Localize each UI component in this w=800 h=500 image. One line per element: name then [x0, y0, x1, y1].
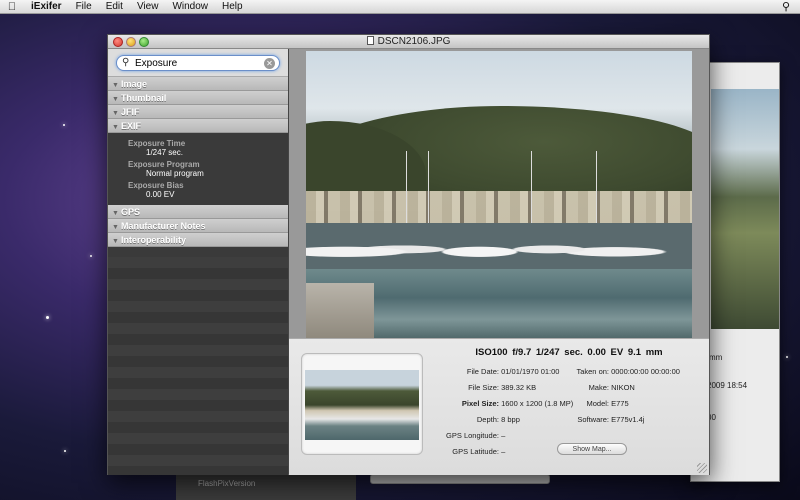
info-label: Pixel Size:	[461, 399, 499, 408]
info-value: 389.32 KB	[501, 383, 537, 392]
minimize-button[interactable]	[126, 37, 136, 47]
photo-mast	[596, 151, 597, 231]
info-panel: ISO100 f/9.7 1/247 sec. 0.00 EV 9.1 mm F…	[289, 338, 709, 475]
close-button[interactable]	[113, 37, 123, 47]
background-photo	[711, 89, 779, 329]
apple-menu-icon[interactable]: 	[0, 1, 24, 13]
search-input[interactable]	[135, 57, 255, 69]
exif-value: 0.00 EV	[146, 190, 175, 199]
info-label: Make:	[588, 383, 609, 392]
info-label: File Date:	[466, 367, 499, 376]
section-image[interactable]: ▼ Image	[108, 77, 288, 91]
menu-file[interactable]: File	[69, 1, 99, 12]
photo-mast	[428, 151, 429, 231]
exif-value: Normal program	[146, 169, 204, 178]
window-title: DSCN2106.JPG	[377, 36, 451, 47]
info-row: Model: E775	[539, 399, 629, 408]
info-row: File Date: 01/01/1970 01:00	[409, 367, 560, 376]
info-value: 0000:00:00 00:00:00	[611, 367, 680, 376]
document-icon	[366, 36, 374, 45]
section-jfif[interactable]: ▼ JFIF	[108, 105, 288, 119]
star	[786, 356, 788, 358]
photo-pier	[306, 283, 374, 338]
disclosure-triangle-icon: ▼	[112, 124, 119, 131]
main-window: DSCN2106.JPG ⚲ ✕ ▼Image ▼Thumbnail ▼JFIF…	[107, 34, 710, 475]
menu-bar:  iExifer File Edit View Window Help ⚲	[0, 0, 800, 14]
star	[64, 450, 66, 452]
disclosure-triangle-icon: ▼	[112, 210, 119, 217]
exposure-summary: ISO100 f/9.7 1/247 sec. 0.00 EV 9.1 mm	[475, 347, 663, 358]
section-interoperability[interactable]: ▼ Interoperability	[108, 233, 288, 247]
harbor-photo	[306, 51, 692, 338]
menu-view[interactable]: View	[130, 1, 166, 12]
section-thumbnail[interactable]: ▼ Thumbnail	[108, 91, 288, 105]
info-row: Depth: 8 bpp	[409, 415, 520, 424]
search-field[interactable]: ⚲ ✕	[116, 55, 280, 71]
resize-grip-icon[interactable]	[697, 463, 707, 473]
info-label: File Size:	[468, 383, 499, 392]
section-exif[interactable]: ▼ EXIF	[108, 119, 288, 133]
info-row: GPS Latitude: –	[409, 447, 505, 456]
image-viewer[interactable]	[289, 49, 709, 338]
exif-key: Exposure Time	[128, 139, 186, 148]
info-row: Software: E775v1.4j	[539, 415, 644, 424]
zoom-button[interactable]	[139, 37, 149, 47]
spotlight-icon[interactable]: ⚲	[782, 0, 790, 13]
info-row: Taken on: 0000:00:00 00:00:00	[539, 367, 680, 376]
info-row: Make: NIKON	[539, 383, 635, 392]
info-label: GPS Latitude:	[452, 447, 499, 456]
exif-key: Exposure Program	[128, 160, 200, 169]
info-value: NIKON	[611, 383, 635, 392]
disclosure-triangle-icon: ▼	[112, 82, 119, 89]
star	[90, 255, 92, 257]
stub-label: FlashPixVersion	[198, 479, 256, 488]
star	[63, 124, 65, 126]
info-value: 8 bpp	[501, 415, 520, 424]
menu-app[interactable]: iExifer	[24, 1, 69, 12]
photo-mast	[406, 151, 407, 231]
menu-help[interactable]: Help	[215, 1, 250, 12]
search-bar: ⚲ ✕	[108, 49, 288, 77]
sidebar-empty-area	[108, 257, 288, 475]
info-value: E775v1.4j	[611, 415, 645, 424]
thumbnail-photo	[305, 370, 419, 440]
disclosure-triangle-icon: ▼	[112, 96, 119, 103]
background-text: mm	[709, 353, 723, 362]
info-row: File Size: 389.32 KB	[409, 383, 536, 392]
section-manufacturer-notes[interactable]: ▼ Manufacturer Notes	[108, 219, 288, 233]
clear-search-icon[interactable]: ✕	[264, 58, 275, 69]
exif-key: Exposure Bias	[128, 181, 184, 190]
section-gps[interactable]: ▼ GPS	[108, 205, 288, 219]
title-bar[interactable]: DSCN2106.JPG	[108, 35, 709, 49]
menu-edit[interactable]: Edit	[99, 1, 130, 12]
info-label: Model:	[586, 399, 609, 408]
thumbnail[interactable]	[301, 353, 423, 455]
background-panel	[370, 474, 550, 484]
exif-items: Exposure Time 1/247 sec. Exposure Progra…	[108, 133, 288, 205]
info-label: Depth:	[476, 415, 499, 424]
disclosure-triangle-icon: ▼	[112, 110, 119, 117]
disclosure-triangle-icon: ▼	[112, 224, 119, 231]
star	[46, 316, 49, 319]
info-label: Taken on:	[576, 367, 609, 376]
sidebar: ⚲ ✕ ▼Image ▼Thumbnail ▼JFIF ▼EXIF Exposu…	[108, 49, 288, 475]
show-map-button[interactable]: Show Map...	[557, 443, 627, 455]
info-value: E775	[611, 399, 629, 408]
info-value: –	[501, 447, 506, 456]
photo-mast	[531, 151, 532, 231]
disclosure-triangle-icon: ▼	[112, 238, 119, 245]
info-value: –	[501, 431, 506, 440]
info-row: GPS Longitude: –	[409, 431, 505, 440]
info-label: Software:	[577, 415, 609, 424]
info-label: GPS Longitude:	[446, 431, 499, 440]
photo-boats	[306, 223, 692, 271]
exif-value: 1/247 sec.	[146, 148, 183, 157]
search-icon: ⚲	[122, 57, 130, 68]
menu-window[interactable]: Window	[165, 1, 215, 12]
background-text: 2009 18:54	[707, 381, 748, 390]
